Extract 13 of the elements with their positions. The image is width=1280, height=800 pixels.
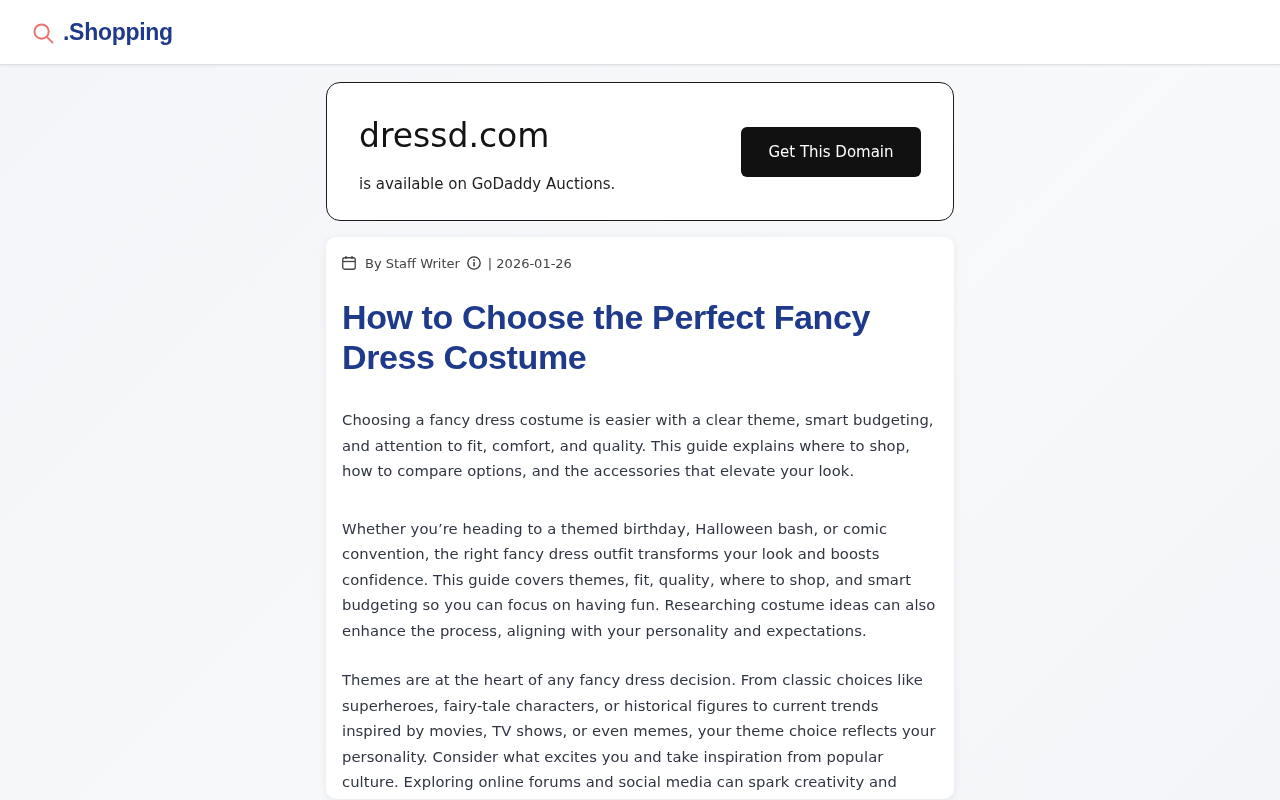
info-icon — [466, 256, 481, 270]
logo-link[interactable]: .Shopping — [33, 18, 173, 46]
article-paragraph: Themes are at the heart of any fancy dress decision. From classic choices like superheroes, fairy-tale characters, or historical figures to current trends inspired by movies, TV shows, or even memes, your theme choice reflects your personality. Consider what excites you and take inspiration from popular culture. Exploring online forums and social media can spark creativity and — [342, 670, 937, 792]
domain-name: dressd.com — [359, 116, 551, 156]
availability-text: is available on GoDaddy Auctions. — [359, 174, 616, 195]
search-icon — [33, 22, 54, 44]
publish-date: | 2026-01-26 — [487, 255, 572, 271]
article-summary: Choosing a fancy dress costume is easier with a clear theme, smart budgeting, and attention to fit, comfort, and quality. This guide explains where to shop, how to compare options, and the accessories that elevate your look. — [342, 410, 935, 481]
author-text: By Staff Writer — [365, 255, 460, 271]
article-title: How to Choose the Perfect Fancy Dress Costume — [342, 297, 871, 377]
calendar-icon — [342, 256, 356, 270]
article-paragraph: Whether you’re heading to a themed birthday, Halloween bash, or comic convention, the right fancy dress outfit transforms your look and boosts confidence. This guide covers themes, fit, quality, where to shop, and smart budgeting so you can focus on having fun. Researching costume ideas can also enhance the process, aligning with your personality and expectations. — [342, 518, 937, 641]
get-domain-button[interactable]: Get This Domain — [741, 126, 921, 177]
